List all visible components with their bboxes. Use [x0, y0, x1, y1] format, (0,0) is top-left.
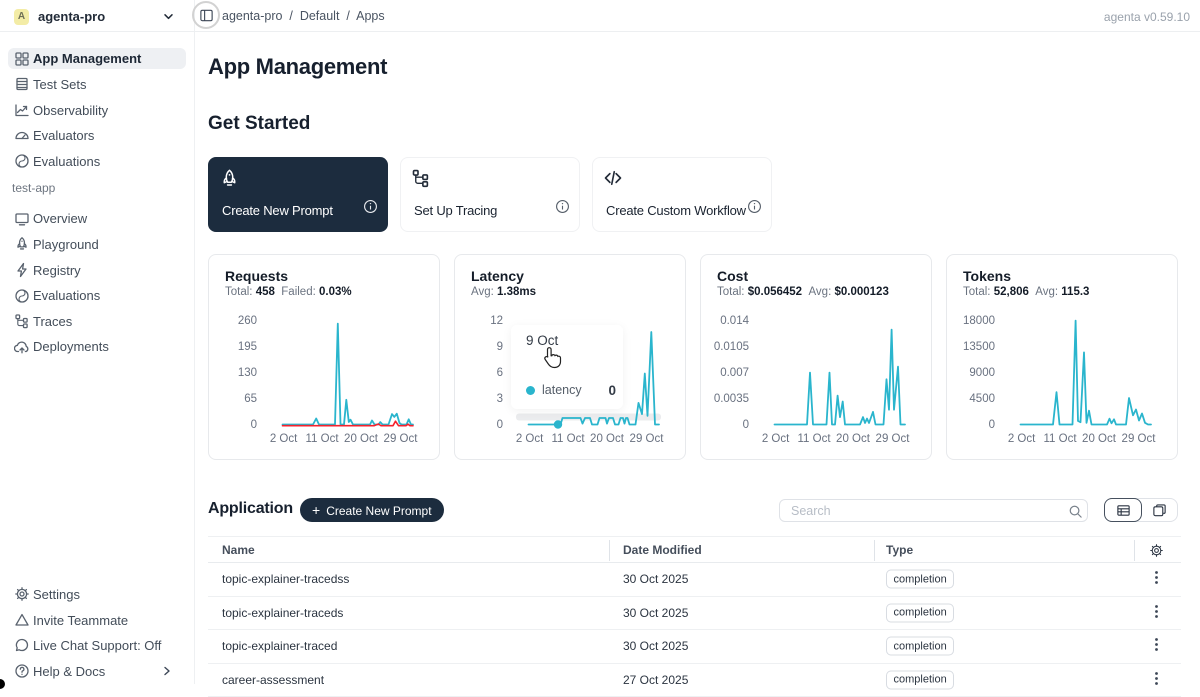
- svg-text:65: 65: [244, 393, 257, 405]
- svg-text:29 Oct: 29 Oct: [876, 433, 911, 445]
- svg-text:0.0035: 0.0035: [714, 393, 749, 405]
- svg-text:29 Oct: 29 Oct: [384, 433, 419, 445]
- svg-text:20 Oct: 20 Oct: [836, 433, 871, 445]
- svg-text:20 Oct: 20 Oct: [590, 433, 625, 445]
- svg-text:6: 6: [497, 367, 503, 379]
- svg-text:9000: 9000: [969, 367, 995, 379]
- svg-text:29 Oct: 29 Oct: [1122, 433, 1157, 445]
- svg-text:20 Oct: 20 Oct: [344, 433, 379, 445]
- svg-text:260: 260: [238, 315, 257, 327]
- svg-text:0.014: 0.014: [720, 315, 749, 327]
- svg-text:11 Oct: 11 Oct: [1043, 433, 1077, 445]
- svg-text:0: 0: [497, 419, 503, 431]
- svg-text:0: 0: [989, 419, 995, 431]
- svg-text:20 Oct: 20 Oct: [1082, 433, 1117, 445]
- svg-text:29 Oct: 29 Oct: [630, 433, 665, 445]
- svg-text:11 Oct: 11 Oct: [797, 433, 831, 445]
- svg-text:3: 3: [497, 393, 503, 405]
- svg-text:9: 9: [497, 341, 503, 353]
- svg-text:0.007: 0.007: [720, 367, 749, 379]
- svg-text:2 Oct: 2 Oct: [516, 433, 544, 445]
- svg-text:0.0105: 0.0105: [714, 341, 749, 353]
- svg-text:0: 0: [743, 419, 749, 431]
- svg-text:130: 130: [238, 367, 257, 379]
- svg-text:0: 0: [251, 419, 257, 431]
- svg-text:12: 12: [490, 315, 503, 327]
- svg-text:4500: 4500: [969, 393, 995, 405]
- svg-text:195: 195: [238, 341, 257, 353]
- svg-text:11 Oct: 11 Oct: [551, 433, 585, 445]
- svg-text:2 Oct: 2 Oct: [270, 433, 298, 445]
- svg-text:11 Oct: 11 Oct: [305, 433, 339, 445]
- svg-text:18000: 18000: [963, 315, 995, 327]
- svg-text:2 Oct: 2 Oct: [762, 433, 790, 445]
- svg-text:13500: 13500: [963, 341, 995, 353]
- svg-text:2 Oct: 2 Oct: [1008, 433, 1036, 445]
